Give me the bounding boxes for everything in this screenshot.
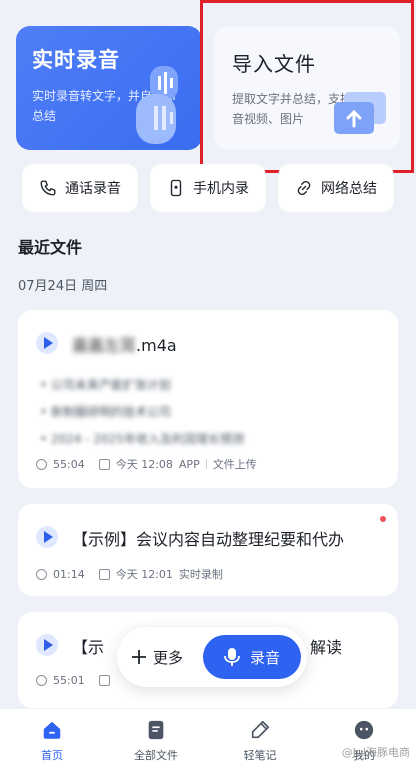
more-button[interactable]: 更多 bbox=[131, 627, 183, 687]
record-button[interactable]: 录音 bbox=[203, 635, 301, 679]
tab-label: 全部文件 bbox=[134, 749, 178, 762]
calendar-icon bbox=[98, 458, 110, 470]
clock-icon bbox=[36, 675, 47, 686]
file-name: 嘉嘉左耳.m4a bbox=[72, 332, 177, 356]
tab-profile[interactable]: 我的 bbox=[312, 709, 416, 769]
file-duration: 01:14 bbox=[53, 567, 85, 581]
profile-face-icon bbox=[354, 720, 374, 740]
tool-web-summary[interactable]: 网络总结 bbox=[278, 164, 394, 212]
import-file-card[interactable]: 导入文件 提取文字并总结，支持音视频、图片 bbox=[214, 26, 400, 150]
tool-label: 通话录音 bbox=[65, 181, 121, 197]
file-name: 【示例】会议内容自动整理纪要和代办 bbox=[72, 530, 345, 549]
file-type: 文件上传 bbox=[212, 458, 257, 471]
import-file-title: 导入文件 bbox=[232, 52, 316, 76]
bottom-tab-bar: 首页 全部文件 轻笔记 我的 bbox=[0, 709, 416, 769]
file-card[interactable]: 嘉嘉左耳.m4a • 公司未来产能扩张计划 • 新制服研明的技术公司 • 202… bbox=[18, 310, 398, 488]
summary-bullet: • 新制服研明的技术公司 bbox=[40, 405, 171, 419]
recent-files-title: 最近文件 bbox=[18, 238, 83, 257]
tool-call-record[interactable]: 通话录音 bbox=[22, 164, 138, 212]
tab-label: 首页 bbox=[41, 749, 63, 762]
file-name-right: 解读 bbox=[310, 638, 343, 657]
play-icon[interactable] bbox=[36, 634, 58, 656]
plus-icon bbox=[132, 650, 146, 664]
date-group-label: 07月24日 周四 bbox=[18, 279, 108, 294]
file-name-blurred: 嘉嘉左耳 bbox=[72, 336, 137, 355]
unread-dot bbox=[380, 516, 386, 522]
top-cards: 实时录音 实时录音转文字，并自动AI总结 导入文件 提取文字并总结，支持音视频、… bbox=[16, 26, 400, 150]
tool-internal-record[interactable]: 手机内录 bbox=[150, 164, 266, 212]
upload-folder-icon bbox=[334, 92, 386, 134]
tab-notes[interactable]: 轻笔记 bbox=[208, 709, 312, 769]
summary-bullet: • 2024 - 2025年收入及利润增长预测 bbox=[40, 432, 244, 446]
file-ext: .m4a bbox=[136, 336, 177, 355]
document-icon bbox=[148, 720, 164, 740]
file-duration: 55:04 bbox=[53, 457, 85, 471]
phone-record-icon bbox=[170, 179, 182, 197]
play-icon[interactable] bbox=[36, 526, 58, 548]
tool-row: 通话录音 手机内录 网络总结 bbox=[22, 164, 394, 212]
file-card[interactable]: 【示例】会议内容自动整理纪要和代办 01:14 今天 12:01 实时录制 bbox=[18, 504, 398, 596]
link-icon bbox=[297, 180, 311, 196]
file-source: 实时录制 bbox=[178, 568, 223, 581]
phone-icon bbox=[40, 180, 56, 196]
tab-all-files[interactable]: 全部文件 bbox=[104, 709, 208, 769]
tab-label: 轻笔记 bbox=[243, 749, 277, 762]
watermark: @Jul海豚电商 bbox=[341, 746, 410, 759]
tab-home[interactable]: 首页 bbox=[0, 709, 104, 769]
divider bbox=[205, 459, 207, 469]
file-meta: 55:04 今天 12:08 APP 文件上传 bbox=[36, 456, 257, 472]
more-label: 更多 bbox=[153, 648, 184, 667]
mic-illustration-icon bbox=[136, 66, 178, 144]
file-duration: 55:01 bbox=[53, 674, 85, 687]
file-time: 今天 12:01 bbox=[115, 568, 173, 581]
file-time: 今天 12:08 bbox=[115, 458, 173, 471]
file-source: APP bbox=[178, 457, 200, 471]
clock-icon bbox=[36, 458, 47, 470]
tool-label: 手机内录 bbox=[193, 181, 249, 197]
pen-icon bbox=[251, 720, 270, 739]
microphone-icon bbox=[224, 648, 240, 666]
realtime-record-card[interactable]: 实时录音 实时录音转文字，并自动AI总结 bbox=[16, 26, 202, 150]
floating-action-bar: 更多 录音 bbox=[117, 627, 307, 687]
summary-bullets: • 公司未来产能扩张计划 • 新制服研明的技术公司 • 2024 - 2025年… bbox=[40, 372, 244, 453]
file-meta: 01:14 今天 12:01 实时录制 bbox=[36, 566, 223, 582]
home-icon bbox=[43, 721, 61, 739]
file-name-left: 【示 bbox=[72, 638, 105, 657]
record-label: 录音 bbox=[249, 648, 280, 667]
play-icon[interactable] bbox=[36, 332, 58, 354]
calendar-icon bbox=[98, 568, 110, 580]
clock-icon bbox=[36, 568, 47, 580]
tool-label: 网络总结 bbox=[321, 181, 377, 197]
summary-bullet: • 公司未来产能扩张计划 bbox=[40, 378, 171, 392]
file-meta: 55:01 bbox=[36, 674, 110, 687]
calendar-icon bbox=[98, 675, 110, 686]
